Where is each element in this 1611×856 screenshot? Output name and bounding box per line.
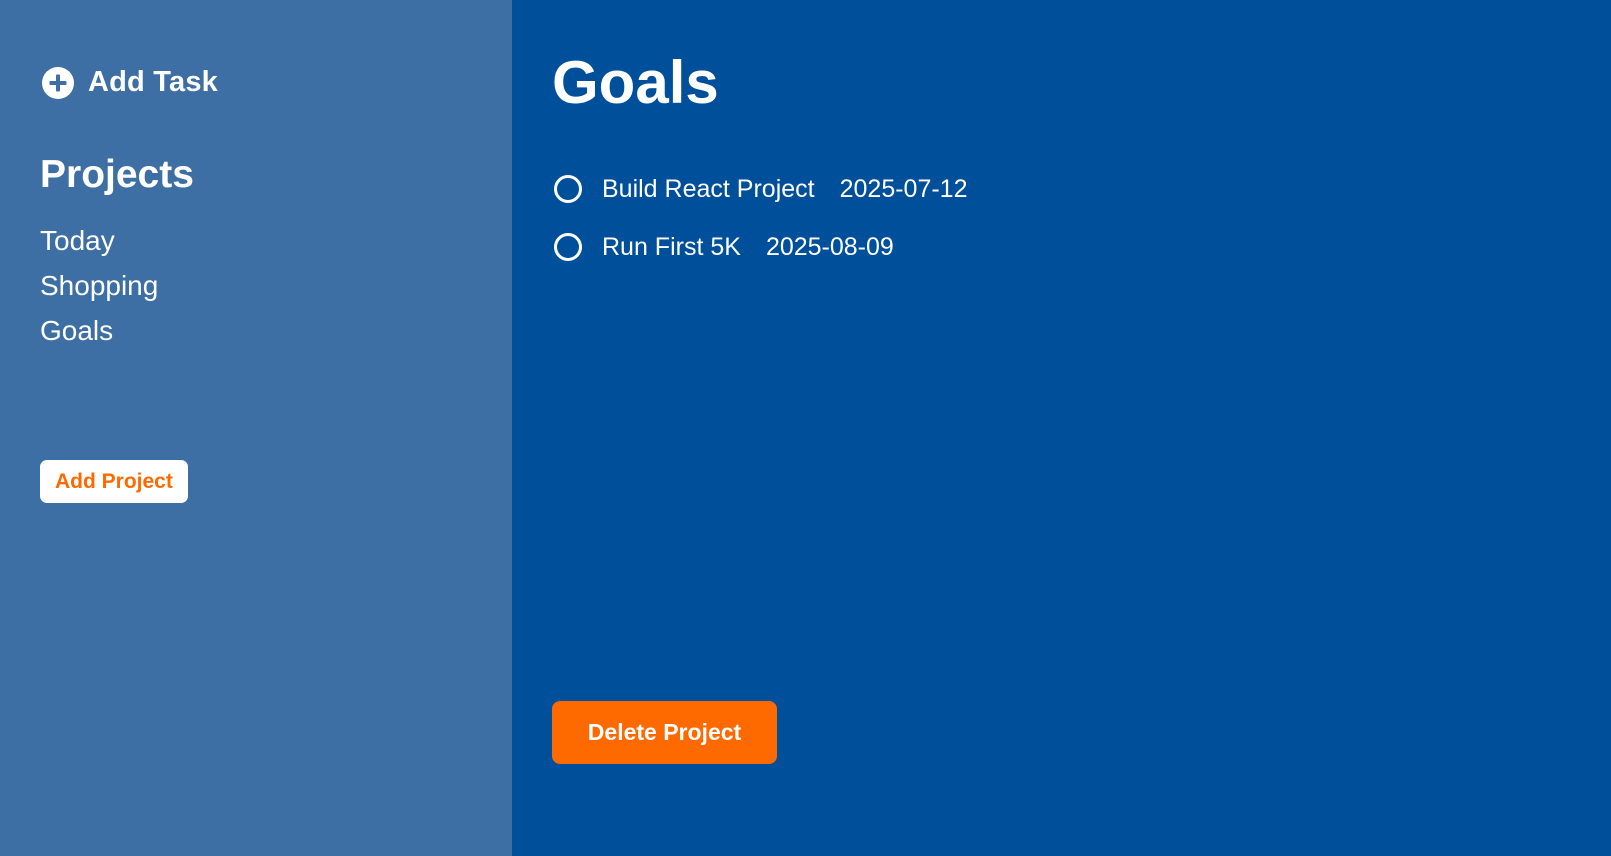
task-date: 2025-08-09: [765, 232, 894, 261]
task-checkbox[interactable]: [554, 233, 582, 261]
add-project-button[interactable]: Add Project: [40, 460, 188, 503]
app-root: Add Task Projects Today Shopping Goals A…: [0, 0, 1611, 856]
project-item-goals[interactable]: Goals: [40, 308, 158, 353]
add-task-button[interactable]: Add Task: [42, 66, 218, 99]
task-name: Build React Project: [602, 174, 815, 203]
task-item: Run First 5K 2025-08-09: [554, 218, 968, 276]
project-item-today[interactable]: Today: [40, 218, 158, 263]
plus-circle-icon: [42, 66, 74, 99]
main-panel: Goals Build React Project 2025-07-12 Run…: [512, 0, 1611, 856]
project-item-shopping[interactable]: Shopping: [40, 263, 158, 308]
task-name: Run First 5K: [602, 232, 741, 261]
delete-project-button[interactable]: Delete Project: [552, 701, 777, 764]
projects-heading: Projects: [40, 153, 194, 196]
task-checkbox[interactable]: [554, 175, 582, 203]
page-title: Goals: [552, 49, 719, 116]
sidebar: Add Task Projects Today Shopping Goals A…: [0, 0, 512, 856]
add-task-label: Add Task: [88, 66, 218, 98]
task-list: Build React Project 2025-07-12 Run First…: [554, 160, 968, 276]
task-item: Build React Project 2025-07-12: [554, 160, 968, 218]
project-list: Today Shopping Goals: [40, 218, 158, 353]
task-date: 2025-07-12: [839, 174, 968, 203]
